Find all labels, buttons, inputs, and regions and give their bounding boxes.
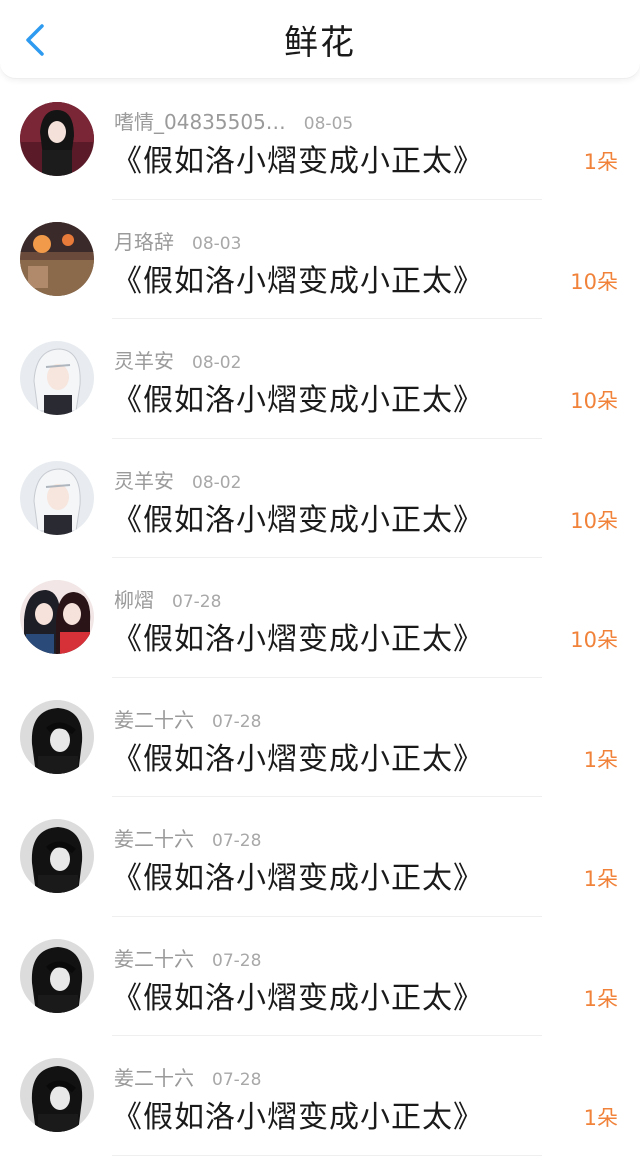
- username[interactable]: 姜二十六: [114, 947, 194, 971]
- avatar: [20, 1058, 94, 1132]
- avatar: [20, 341, 94, 415]
- avatar: [20, 102, 94, 176]
- avatar: [20, 699, 94, 774]
- username[interactable]: 姜二十六: [114, 1066, 194, 1090]
- list-item[interactable]: 姜二十六 07-28 《假如洛小熠变成小正太》 1朵: [0, 917, 640, 1036]
- username[interactable]: 姜二十六: [114, 827, 194, 851]
- book-title[interactable]: 《假如洛小熠变成小正太》: [112, 375, 484, 419]
- list-item[interactable]: 嗜情_04835505… 08-05 《假如洛小熠变成小正太》 1朵: [0, 80, 640, 200]
- list-item[interactable]: 姜二十六 07-28 《假如洛小熠变成小正太》 1朵: [0, 678, 640, 797]
- item-date: 08-02: [192, 353, 242, 373]
- avatar: [20, 580, 94, 654]
- header-bar: 鲜花: [0, 0, 640, 79]
- item-date: 08-02: [192, 472, 242, 493]
- divider: [112, 1154, 542, 1156]
- item-meta: 月珞辞 08-03: [114, 226, 241, 255]
- item-date: 07-28: [212, 1070, 262, 1090]
- book-title[interactable]: 《假如洛小熠变成小正太》: [112, 495, 484, 539]
- avatar: [20, 938, 94, 1013]
- avatar: [20, 460, 94, 535]
- item-meta: 柳熠 07-28: [114, 584, 221, 613]
- flower-amount: 10朵: [570, 628, 618, 652]
- username[interactable]: 嗜情_04835505…: [114, 110, 286, 134]
- flower-list: 嗜情_04835505… 08-05 《假如洛小熠变成小正太》 1朵 月珞辞 08-…: [0, 80, 640, 1156]
- page-title: 鲜花: [284, 23, 356, 63]
- flower-amount: 10朵: [570, 508, 618, 533]
- item-date: 07-28: [212, 831, 262, 851]
- book-title[interactable]: 《假如洛小熠变成小正太》: [112, 853, 484, 897]
- username[interactable]: 柳熠: [114, 588, 154, 612]
- list-item[interactable]: 灵羊安 08-02 《假如洛小熠变成小正太》 10朵: [0, 319, 640, 439]
- list-item[interactable]: 月珞辞 08-03 《假如洛小熠变成小正太》 10朵: [0, 200, 640, 319]
- book-title[interactable]: 《假如洛小熠变成小正太》: [112, 734, 484, 778]
- avatar: [20, 221, 94, 296]
- username[interactable]: 月珞辞: [114, 230, 174, 254]
- book-title[interactable]: 《假如洛小熠变成小正太》: [112, 973, 484, 1017]
- username[interactable]: 姜二十六: [114, 708, 194, 732]
- book-title[interactable]: 《假如洛小熠变成小正太》: [112, 136, 484, 180]
- username[interactable]: 灵羊安: [114, 469, 174, 493]
- item-meta: 姜二十六 07-28: [114, 1062, 261, 1091]
- book-title[interactable]: 《假如洛小熠变成小正太》: [112, 1092, 484, 1136]
- item-date: 07-28: [212, 950, 262, 971]
- item-date: 08-05: [303, 114, 354, 134]
- flower-amount: 1朵: [583, 150, 618, 174]
- flower-amount: 10朵: [570, 389, 618, 413]
- list-item[interactable]: 姜二十六 07-28 《假如洛小熠变成小正太》 1朵: [0, 797, 640, 917]
- avatar: [20, 819, 94, 893]
- list-item[interactable]: 姜二十六 07-28 《假如洛小熠变成小正太》 1朵: [0, 1036, 640, 1156]
- flower-amount: 1朵: [583, 747, 618, 772]
- item-meta: 姜二十六 07-28: [114, 823, 261, 852]
- username[interactable]: 灵羊安: [114, 349, 174, 373]
- item-meta: 姜二十六 07-28: [114, 943, 261, 972]
- item-meta: 灵羊安 08-02: [114, 465, 241, 494]
- list-item[interactable]: 灵羊安 08-02 《假如洛小熠变成小正太》 10朵: [0, 439, 640, 558]
- flower-amount: 1朵: [583, 1106, 618, 1130]
- flower-amount: 10朵: [570, 269, 618, 294]
- book-title[interactable]: 《假如洛小熠变成小正太》: [112, 256, 484, 300]
- book-title[interactable]: 《假如洛小熠变成小正太》: [112, 614, 484, 658]
- item-date: 08-03: [192, 233, 242, 254]
- flower-amount: 1朵: [583, 986, 618, 1011]
- item-meta: 灵羊安 08-02: [114, 345, 241, 374]
- item-date: 07-28: [172, 592, 222, 612]
- list-item[interactable]: 柳熠 07-28 《假如洛小熠变成小正太》 10朵: [0, 558, 640, 678]
- item-meta: 姜二十六 07-28: [114, 704, 261, 733]
- item-meta: 嗜情_04835505… 08-05: [114, 106, 353, 135]
- flower-amount: 1朵: [583, 867, 618, 891]
- item-date: 07-28: [212, 711, 262, 732]
